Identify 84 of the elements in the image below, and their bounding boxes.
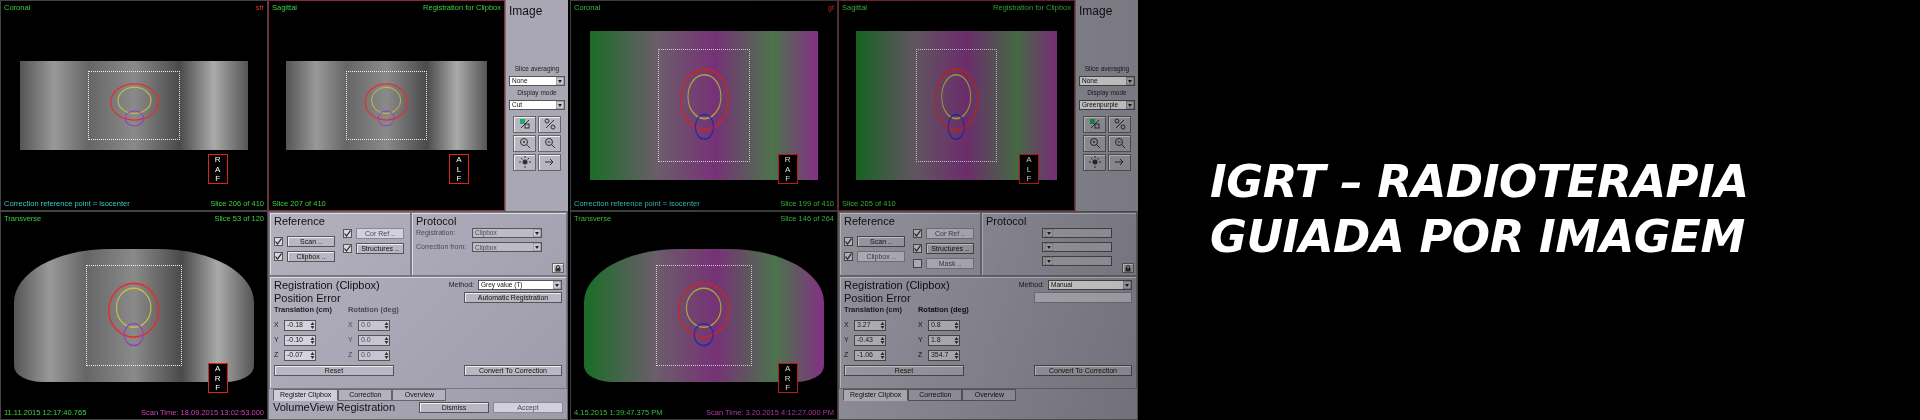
checkbox[interactable] — [343, 243, 352, 253]
zoom-out-icon — [1112, 136, 1127, 150]
orientation-label: F — [785, 174, 791, 184]
section-title: Protocol — [416, 215, 458, 228]
section-title: Position Error — [274, 291, 341, 305]
section-title: Registration (Clipbox) — [844, 279, 950, 292]
section-title: VolumeView Registration — [273, 401, 396, 414]
lock-icon — [1125, 264, 1131, 272]
orientation-label: F — [456, 174, 462, 184]
zoom-in-icon — [1087, 136, 1102, 150]
caret-icon — [1045, 256, 1053, 265]
section-title: Registration (Clipbox) — [274, 279, 380, 292]
checkbox[interactable] — [844, 236, 853, 246]
panel-title: Image — [1079, 3, 1113, 20]
orientation-label: R — [784, 155, 791, 165]
caret-icon — [556, 76, 564, 85]
headline-text: GUIADA POR IMAGEM — [1210, 210, 1746, 265]
spin-arrows-icon — [383, 320, 389, 330]
orientation-label: A — [1026, 155, 1032, 165]
section-title: Position Error — [844, 291, 911, 305]
caret-icon — [1126, 76, 1134, 85]
spin-arrows-icon — [310, 320, 315, 330]
spin-arrows-icon — [880, 320, 885, 330]
checkbox[interactable] — [274, 236, 283, 246]
orientation-label: A — [784, 364, 791, 374]
tool-button[interactable] — [1083, 115, 1106, 133]
section-title: Reference — [844, 215, 896, 228]
orientation-label: F — [215, 174, 221, 184]
caret-icon — [556, 100, 564, 109]
caret-icon — [1045, 228, 1053, 237]
panel-title: Image — [509, 3, 543, 20]
spin-arrows-icon — [953, 350, 959, 360]
lock-button[interactable] — [552, 263, 564, 273]
checkbox[interactable] — [274, 251, 283, 261]
tool-button[interactable] — [538, 134, 561, 152]
orientation-label: A — [214, 164, 221, 175]
caret-icon — [1045, 242, 1053, 251]
lock-button[interactable] — [1122, 263, 1134, 273]
overlay-icon — [517, 117, 532, 131]
orientation-label: F — [1026, 174, 1032, 184]
percent-icon — [1112, 117, 1127, 131]
orientation-label: F — [215, 383, 221, 393]
zoom-in-icon — [517, 136, 532, 150]
tool-button[interactable] — [1083, 153, 1106, 171]
tool-button[interactable] — [1108, 134, 1131, 152]
orientation-label: A — [456, 155, 462, 165]
checkbox[interactable] — [913, 243, 922, 253]
spin-arrows-icon — [880, 350, 885, 360]
percent-icon — [542, 117, 557, 131]
spin-arrows-icon — [383, 350, 389, 360]
orientation-label: A — [214, 364, 221, 374]
tool-button[interactable] — [1108, 115, 1131, 133]
spin-arrows-icon — [953, 320, 959, 330]
spin-arrows-icon — [310, 335, 315, 345]
caret-icon — [533, 228, 541, 237]
caret-icon — [1126, 100, 1134, 109]
spin-arrows-icon — [953, 335, 959, 345]
tool-button[interactable] — [538, 153, 561, 171]
orientation-label: A — [784, 164, 791, 175]
orientation-label: R — [214, 155, 221, 165]
caret-icon — [533, 243, 541, 252]
brightness-icon — [517, 155, 532, 169]
orientation-label: R — [784, 373, 791, 384]
caret-icon — [553, 281, 561, 290]
spin-arrows-icon — [880, 335, 885, 345]
tool-button[interactable] — [513, 115, 536, 133]
headline-text: IGRT – RADIOTERAPIA — [1210, 155, 1749, 210]
orientation-label: R — [214, 373, 221, 384]
tool-button[interactable] — [1083, 134, 1106, 152]
caret-icon — [1123, 281, 1131, 290]
orientation-label: L — [456, 164, 462, 175]
tool-button[interactable] — [513, 134, 536, 152]
section-title: Protocol — [986, 215, 1028, 228]
lock-icon — [555, 264, 561, 272]
overlay-icon — [1087, 117, 1102, 131]
spin-arrows-icon — [383, 335, 389, 345]
brightness-icon — [1087, 155, 1102, 169]
orientation-label: L — [1026, 164, 1032, 175]
zoom-out-icon — [542, 136, 557, 150]
spin-arrows-icon — [310, 350, 315, 360]
tool-button[interactable] — [513, 153, 536, 171]
tool-button[interactable] — [538, 115, 561, 133]
section-title: Reference — [274, 215, 326, 228]
orientation-label: F — [785, 383, 791, 393]
